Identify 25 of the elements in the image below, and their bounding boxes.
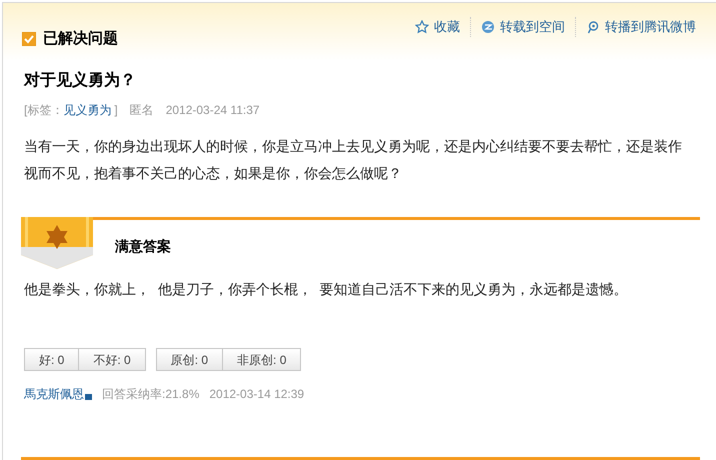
question-time: 2012-03-24 11:37 [166,102,260,119]
medal-badge-icon [21,217,93,269]
share-icon [481,20,495,34]
answer-body: 他是拳头，你就上， 他是刀子，你弄个长棍， 要知道自己活不下来的见义勇为，永远都是遗憾。 [24,280,629,299]
accept-rate: 回答采纳率:21.8% [102,386,200,403]
question-title: 对于见义勇为？ [24,70,137,91]
action-link[interactable]: 收藏 [415,17,460,36]
vote-button[interactable]: 好: 0 [24,348,80,371]
question-body: 当有一天，你的身边出现坏人的时候，你是立马冲上去见义勇为呢，还是内心纠结要不要去帮忙，还是装作视而不见，抱着事不关己的心态，如果是你，你会怎么做呢？ [24,137,683,183]
answer-heading: 满意答案 [114,237,172,256]
question-author: 匿名 [130,102,154,119]
action-link[interactable]: 转播到腾讯微博 [586,17,696,36]
vote-button[interactable]: 非原创: 0 [223,348,302,371]
answer-time: 2012-03-14 12:39 [209,386,304,403]
vote-button[interactable]: 不好: 0 [79,348,146,371]
tag-suffix: ] [114,102,118,119]
level-icon [85,394,92,400]
answer-author-link[interactable]: 馬克斯佩恩 [24,385,84,403]
vote-button[interactable]: 原创: 0 [156,348,224,371]
status-label: 已解决问题 [43,28,118,49]
weibo-icon [586,20,600,34]
tag-link[interactable]: 见义勇为 [63,101,112,119]
star-icon [415,20,429,34]
tag-prefix: [标签： [24,102,64,119]
action-link[interactable]: 转载到空间 [481,17,565,36]
